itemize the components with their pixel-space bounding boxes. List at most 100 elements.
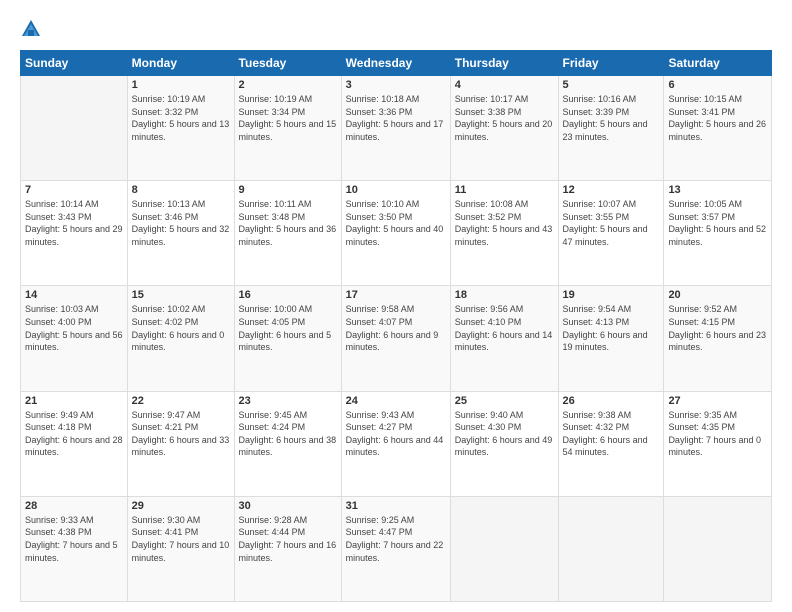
day-number: 9: [239, 184, 337, 196]
day-info: Sunrise: 9:38 AMSunset: 4:32 PMDaylight:…: [563, 409, 660, 459]
logo: [20, 18, 46, 40]
header-saturday: Saturday: [664, 51, 772, 76]
day-number: 24: [346, 395, 446, 407]
day-cell: 8 Sunrise: 10:13 AMSunset: 3:46 PMDayligh…: [127, 181, 234, 286]
header-thursday: Thursday: [450, 51, 558, 76]
day-number: 21: [25, 395, 123, 407]
day-cell: [558, 496, 664, 601]
week-row-1: 1 Sunrise: 10:19 AMSunset: 3:32 PMDayligh…: [21, 76, 772, 181]
day-cell: 17Sunrise: 9:58 AMSunset: 4:07 PMDayligh…: [341, 286, 450, 391]
day-cell: 23 Sunrise: 9:45 AMSunset: 4:24 PMDayligh…: [234, 391, 341, 496]
day-info: Sunrise: 9:43 AMSunset: 4:27 PMDaylight:…: [346, 409, 446, 459]
day-info: Sunrise: 9:35 AMSunset: 4:35 PMDaylight:…: [668, 409, 767, 459]
day-cell: [21, 76, 128, 181]
header-row: SundayMondayTuesdayWednesdayThursdayFrid…: [21, 51, 772, 76]
day-number: 13: [668, 184, 767, 196]
day-cell: 29Sunrise: 9:30 AMSunset: 4:41 PMDayligh…: [127, 496, 234, 601]
day-cell: 3 Sunrise: 10:18 AMSunset: 3:36 PMDayligh…: [341, 76, 450, 181]
day-info: Sunrise: 9:25 AMSunset: 4:47 PMDaylight:…: [346, 514, 446, 564]
day-info: Sunrise: 10:19 AMSunset: 3:34 PMDaylight…: [239, 93, 337, 143]
day-cell: 14 Sunrise: 10:03 AMSunset: 4:00 PMDaylig…: [21, 286, 128, 391]
day-info: Sunrise: 9:47 AMSunset: 4:21 PMDaylight:…: [132, 409, 230, 459]
day-info: Sunrise: 9:28 AMSunset: 4:44 PMDaylight:…: [239, 514, 337, 564]
day-number: 23: [239, 395, 337, 407]
day-cell: 26 Sunrise: 9:38 AMSunset: 4:32 PMDayligh…: [558, 391, 664, 496]
page: SundayMondayTuesdayWednesdayThursdayFrid…: [0, 0, 792, 612]
day-number: 15: [132, 289, 230, 301]
day-number: 26: [563, 395, 660, 407]
day-info: Sunrise: 10:07 AMSunset: 3:55 PMDaylight…: [563, 198, 660, 248]
header-wednesday: Wednesday: [341, 51, 450, 76]
logo-icon: [20, 18, 42, 40]
day-info: Sunrise: 10:19 AMSunset: 3:32 PMDaylight…: [132, 93, 230, 143]
day-number: 31: [346, 500, 446, 512]
day-info: Sunrise: 10:08 AMSunset: 3:52 PMDaylight…: [455, 198, 554, 248]
week-row-2: 7 Sunrise: 10:14 AMSunset: 3:43 PMDayligh…: [21, 181, 772, 286]
day-number: 6: [668, 79, 767, 91]
day-info: Sunrise: 10:02 AMSunset: 4:02 PMDaylight…: [132, 303, 230, 353]
day-cell: 28 Sunrise: 9:33 AMSunset: 4:38 PMDayligh…: [21, 496, 128, 601]
day-number: 17: [346, 289, 446, 301]
day-number: 18: [455, 289, 554, 301]
day-cell: 16Sunrise: 10:00 AMSunset: 4:05 PMDaylig…: [234, 286, 341, 391]
day-info: Sunrise: 9:45 AMSunset: 4:24 PMDaylight:…: [239, 409, 337, 459]
day-cell: 22Sunrise: 9:47 AMSunset: 4:21 PMDayligh…: [127, 391, 234, 496]
day-cell: 1 Sunrise: 10:19 AMSunset: 3:32 PMDayligh…: [127, 76, 234, 181]
week-row-5: 28 Sunrise: 9:33 AMSunset: 4:38 PMDayligh…: [21, 496, 772, 601]
day-cell: [450, 496, 558, 601]
header-tuesday: Tuesday: [234, 51, 341, 76]
day-cell: 27 Sunrise: 9:35 AMSunset: 4:35 PMDayligh…: [664, 391, 772, 496]
day-cell: 15 Sunrise: 10:02 AMSunset: 4:02 PMDaylig…: [127, 286, 234, 391]
header: [20, 18, 772, 40]
day-cell: 7 Sunrise: 10:14 AMSunset: 3:43 PMDayligh…: [21, 181, 128, 286]
day-cell: 18 Sunrise: 9:56 AMSunset: 4:10 PMDayligh…: [450, 286, 558, 391]
day-info: Sunrise: 10:13 AMSunset: 3:46 PMDaylight…: [132, 198, 230, 248]
day-cell: 21 Sunrise: 9:49 AMSunset: 4:18 PMDayligh…: [21, 391, 128, 496]
day-number: 14: [25, 289, 123, 301]
day-cell: 19Sunrise: 9:54 AMSunset: 4:13 PMDayligh…: [558, 286, 664, 391]
day-info: Sunrise: 9:33 AMSunset: 4:38 PMDaylight:…: [25, 514, 123, 564]
day-info: Sunrise: 9:52 AMSunset: 4:15 PMDaylight:…: [668, 303, 767, 353]
day-number: 5: [563, 79, 660, 91]
day-cell: 9 Sunrise: 10:11 AMSunset: 3:48 PMDayligh…: [234, 181, 341, 286]
day-number: 7: [25, 184, 123, 196]
day-info: Sunrise: 10:10 AMSunset: 3:50 PMDaylight…: [346, 198, 446, 248]
header-friday: Friday: [558, 51, 664, 76]
day-info: Sunrise: 9:49 AMSunset: 4:18 PMDaylight:…: [25, 409, 123, 459]
day-info: Sunrise: 10:11 AMSunset: 3:48 PMDaylight…: [239, 198, 337, 248]
calendar-table: SundayMondayTuesdayWednesdayThursdayFrid…: [20, 50, 772, 602]
day-info: Sunrise: 10:17 AMSunset: 3:38 PMDaylight…: [455, 93, 554, 143]
day-cell: 20 Sunrise: 9:52 AMSunset: 4:15 PMDayligh…: [664, 286, 772, 391]
day-number: 4: [455, 79, 554, 91]
day-number: 16: [239, 289, 337, 301]
day-cell: 25Sunrise: 9:40 AMSunset: 4:30 PMDayligh…: [450, 391, 558, 496]
day-number: 30: [239, 500, 337, 512]
day-number: 1: [132, 79, 230, 91]
day-cell: 5Sunrise: 10:16 AMSunset: 3:39 PMDayligh…: [558, 76, 664, 181]
day-number: 11: [455, 184, 554, 196]
week-row-3: 14 Sunrise: 10:03 AMSunset: 4:00 PMDaylig…: [21, 286, 772, 391]
header-monday: Monday: [127, 51, 234, 76]
day-number: 8: [132, 184, 230, 196]
day-cell: 6 Sunrise: 10:15 AMSunset: 3:41 PMDayligh…: [664, 76, 772, 181]
day-number: 20: [668, 289, 767, 301]
day-number: 27: [668, 395, 767, 407]
day-number: 28: [25, 500, 123, 512]
day-info: Sunrise: 10:14 AMSunset: 3:43 PMDaylight…: [25, 198, 123, 248]
day-info: Sunrise: 10:15 AMSunset: 3:41 PMDaylight…: [668, 93, 767, 143]
day-cell: 4 Sunrise: 10:17 AMSunset: 3:38 PMDayligh…: [450, 76, 558, 181]
day-info: Sunrise: 9:56 AMSunset: 4:10 PMDaylight:…: [455, 303, 554, 353]
day-cell: 10Sunrise: 10:10 AMSunset: 3:50 PMDaylig…: [341, 181, 450, 286]
day-cell: 12 Sunrise: 10:07 AMSunset: 3:55 PMDaylig…: [558, 181, 664, 286]
week-row-4: 21 Sunrise: 9:49 AMSunset: 4:18 PMDayligh…: [21, 391, 772, 496]
day-info: Sunrise: 10:18 AMSunset: 3:36 PMDaylight…: [346, 93, 446, 143]
day-number: 3: [346, 79, 446, 91]
day-cell: 11 Sunrise: 10:08 AMSunset: 3:52 PMDaylig…: [450, 181, 558, 286]
day-number: 12: [563, 184, 660, 196]
day-cell: 30 Sunrise: 9:28 AMSunset: 4:44 PMDayligh…: [234, 496, 341, 601]
day-info: Sunrise: 10:05 AMSunset: 3:57 PMDaylight…: [668, 198, 767, 248]
day-info: Sunrise: 9:40 AMSunset: 4:30 PMDaylight:…: [455, 409, 554, 459]
day-info: Sunrise: 10:03 AMSunset: 4:00 PMDaylight…: [25, 303, 123, 353]
day-cell: 2Sunrise: 10:19 AMSunset: 3:34 PMDayligh…: [234, 76, 341, 181]
day-info: Sunrise: 9:30 AMSunset: 4:41 PMDaylight:…: [132, 514, 230, 564]
